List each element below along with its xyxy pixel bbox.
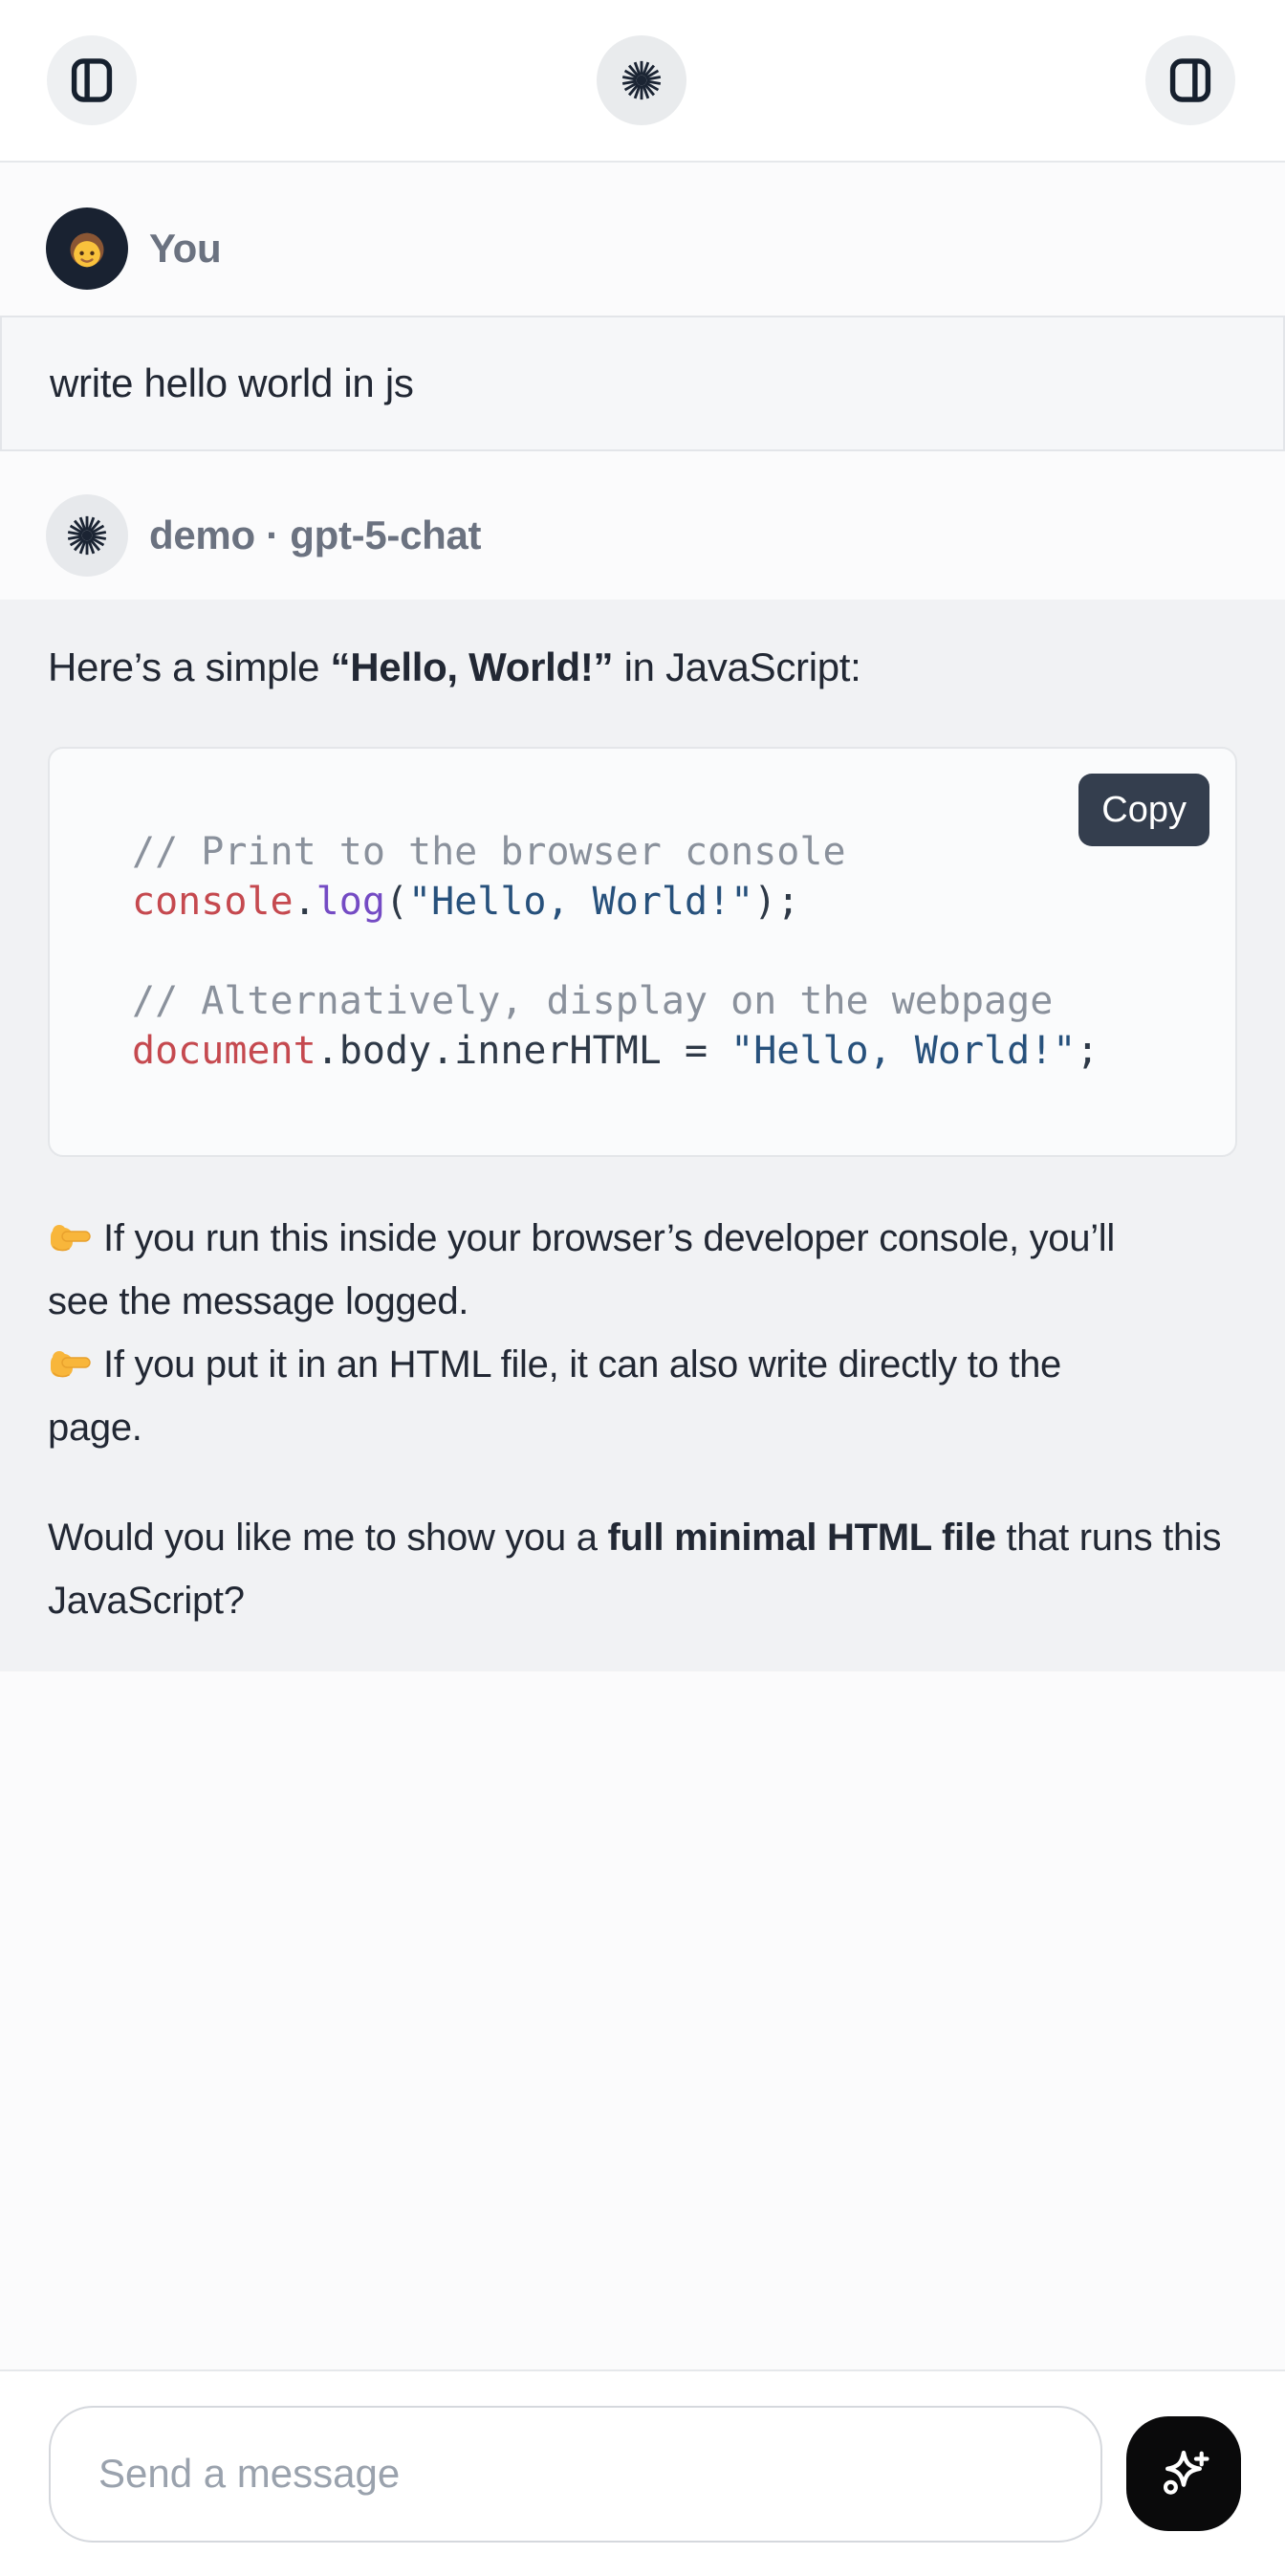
sidebar-toggle-button[interactable] (47, 35, 137, 125)
intro-prefix: Here’s a simple (48, 644, 331, 689)
starburst-icon (65, 513, 109, 557)
copy-code-button[interactable]: Copy (1078, 774, 1209, 846)
model-spinner-button[interactable] (597, 35, 686, 125)
intro-suffix: in JavaScript: (613, 644, 860, 689)
code-block: Copy // Print to the browser consolecons… (48, 747, 1237, 1157)
closing-paragraph: Would you like me to show you a full min… (48, 1506, 1237, 1632)
assistant-author-label: demo · gpt-5-chat (149, 513, 481, 558)
sparkles-icon (1154, 2444, 1213, 2503)
composer-bar (0, 2369, 1285, 2576)
user-message-text: write hello world in js (50, 360, 414, 405)
assistant-message-header: demo · gpt-5-chat (0, 451, 1285, 600)
pointing-hand-emoji (48, 1343, 92, 1382)
tips-paragraph: If you run this inside your browser’s de… (48, 1207, 1237, 1459)
person-emoji (59, 221, 115, 276)
empty-scroll-space (0, 1671, 1285, 2369)
right-panel-toggle-button[interactable] (1145, 35, 1235, 125)
user-message-header: You (0, 163, 1285, 316)
send-button[interactable] (1126, 2416, 1241, 2531)
code-line: document.body.innerHTML = "Hello, World!… (132, 1026, 1197, 1076)
message-input[interactable] (49, 2406, 1102, 2543)
assistant-intro-paragraph: Here’s a simple “Hello, World!” in JavaS… (48, 636, 1237, 699)
code-line: // Alternatively, display on the webpage (132, 976, 1197, 1026)
code-line: // Print to the browser console (132, 827, 1197, 877)
user-author-label: You (149, 226, 221, 272)
closing-prefix: Would you like me to show you a (48, 1517, 608, 1559)
panel-right-icon (1165, 55, 1215, 105)
code-line (132, 927, 1197, 976)
closing-bold: full minimal HTML file (608, 1517, 996, 1559)
pointing-hand-emoji (48, 1217, 92, 1255)
spinner-icon (620, 58, 664, 102)
top-bar (0, 0, 1285, 163)
assistant-avatar (46, 494, 128, 577)
intro-bold: “Hello, World!” (331, 644, 614, 689)
panel-left-icon (67, 55, 117, 105)
chat-app: You write hello world in js (0, 0, 1285, 2576)
chat-scroll-area[interactable]: You write hello world in js (0, 163, 1285, 2369)
assistant-message-bubble: Here’s a simple “Hello, World!” in JavaS… (0, 600, 1285, 1671)
user-avatar (46, 207, 128, 290)
code-content: // Print to the browser consoleconsole.l… (132, 827, 1197, 1076)
user-message-bubble: write hello world in js (0, 316, 1285, 451)
code-line: console.log("Hello, World!"); (132, 877, 1197, 927)
